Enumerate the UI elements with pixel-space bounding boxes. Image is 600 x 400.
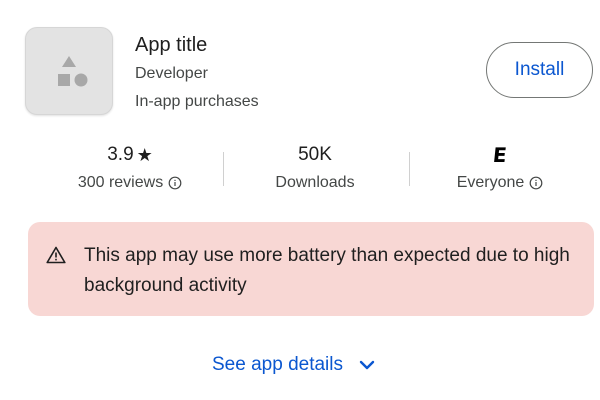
esrb-everyone-icon: E bbox=[491, 143, 509, 167]
warning-triangle-icon bbox=[46, 246, 66, 269]
content-rating-label-row: Everyone bbox=[425, 173, 575, 193]
shapes-icon bbox=[58, 56, 88, 87]
app-title: App title bbox=[135, 34, 208, 56]
stat-divider bbox=[409, 152, 410, 186]
rating-value-row: 3.9 ★ bbox=[55, 143, 205, 167]
warning-message: This app may use more battery than expec… bbox=[84, 245, 570, 296]
content-rating-stat[interactable]: E Everyone bbox=[425, 143, 575, 193]
in-app-purchases-label: In-app purchases bbox=[135, 93, 259, 110]
install-button[interactable]: Install bbox=[486, 42, 593, 98]
downloads-value: 50K bbox=[298, 144, 332, 165]
info-icon[interactable] bbox=[168, 176, 182, 190]
see-app-details-label: See app details bbox=[212, 354, 343, 375]
see-app-details-link[interactable]: See app details bbox=[212, 352, 375, 378]
content-rating-label: Everyone bbox=[456, 174, 525, 191]
app-developer-link[interactable]: Developer bbox=[135, 64, 208, 84]
stat-divider bbox=[223, 152, 224, 186]
app-listing-page: App title Developer In-app purchases Ins… bbox=[0, 0, 600, 400]
rating-value: 3.9 bbox=[107, 144, 134, 165]
reviews-count: 300 reviews bbox=[77, 174, 164, 191]
chevron-down-icon bbox=[359, 360, 375, 370]
info-icon[interactable] bbox=[529, 176, 543, 190]
reviews-label-row: 300 reviews bbox=[55, 173, 205, 193]
rating-stat[interactable]: 3.9 ★ 300 reviews bbox=[55, 143, 205, 193]
downloads-stat: 50K Downloads bbox=[240, 143, 390, 193]
battery-warning-banner: This app may use more battery than expec… bbox=[28, 222, 594, 316]
app-placeholder-icon[interactable] bbox=[25, 27, 113, 115]
downloads-label: Downloads bbox=[275, 174, 355, 191]
star-icon: ★ bbox=[136, 145, 153, 165]
content-rating-badge-row: E bbox=[425, 143, 575, 167]
